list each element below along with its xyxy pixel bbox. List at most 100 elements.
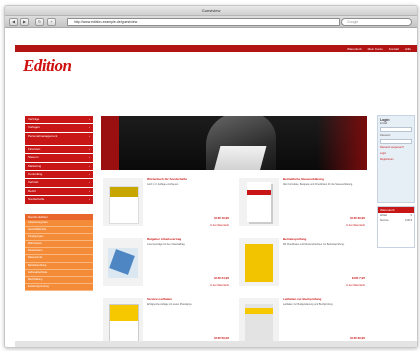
- product-title[interactable]: Leitfaden zur Buchprüfung: [283, 297, 365, 302]
- sidebar-item[interactable]: Finanzen ›: [25, 145, 93, 154]
- top-link[interactable]: Kontakt: [389, 47, 399, 51]
- chevron-right-icon: ›: [89, 117, 90, 121]
- search-input[interactable]: Google: [341, 18, 412, 26]
- top-link[interactable]: Mein Konto: [368, 47, 383, 51]
- sidebar-item-label: Marketing: [28, 163, 42, 168]
- sidebar-item-label: Controlling: [28, 171, 43, 176]
- product-image[interactable]: [239, 298, 279, 346]
- cover-stripe: [247, 190, 271, 195]
- product-content: Wörterbuch für Sonderhefte Jetzt in 3. A…: [147, 177, 229, 185]
- sidebar-item[interactable]: Personalmanagement ›: [25, 132, 93, 145]
- sidebar-item-label: Vertrieb: [28, 180, 39, 185]
- logo-text: Edition: [23, 56, 72, 75]
- browser-window: Guestview ◀ ▶ ↻ + http://www.edition-exa…: [4, 5, 418, 348]
- forgot-password-link[interactable]: Passwort vergessen?: [380, 146, 412, 149]
- product-content: Ratgeber Arbeitsvertrag Lizenzverträge f…: [147, 237, 229, 246]
- book-cover: [245, 244, 273, 282]
- chevron-right-icon: ›: [89, 155, 90, 160]
- product-card[interactable]: Wörterbuch für Sonderhefte Jetzt in 3. A…: [101, 176, 231, 232]
- sidebar-item[interactable]: Vertrieb ›: [25, 179, 93, 187]
- subnav-item[interactable]: Arbeitszeugnisse: [25, 219, 93, 227]
- sidebar-item[interactable]: Vorlagen ›: [25, 124, 93, 132]
- product-description: Leitfaden zur Budgetplanung und Buchprüf…: [283, 302, 334, 306]
- window-title: Guestview: [5, 6, 417, 16]
- sidebar-item[interactable]: Recht ›: [25, 187, 93, 196]
- product-image[interactable]: [103, 178, 143, 226]
- subnav-item[interactable]: Mahnwesen: [25, 241, 93, 249]
- book-cover: [247, 182, 271, 222]
- book-cover: [109, 186, 139, 224]
- product-title[interactable]: Betriebsprüfung: [283, 237, 365, 242]
- product-description: Lizenzverträge für den Arbeitsalltag.: [147, 242, 186, 246]
- browser-toolbar: ◀ ▶ ↻ + http://www.edition-example.de/gu…: [5, 16, 417, 28]
- site-logo[interactable]: Edition: [23, 57, 103, 75]
- product-row: Wörterbuch für Sonderhefte Jetzt in 3. A…: [101, 176, 367, 232]
- product-price: EUR 19,95: [214, 216, 229, 220]
- product-title[interactable]: Betriebliche Steuererklärung: [283, 177, 365, 182]
- subnav-item[interactable]: Geschäftsbriefe: [25, 226, 93, 234]
- product-title[interactable]: Service-Leitfaden: [147, 297, 229, 302]
- product-title[interactable]: Wörterbuch für Sonderhefte: [147, 177, 229, 182]
- email-label: E-Mail: [380, 122, 388, 125]
- subnav-item[interactable]: Kündigungen: [25, 233, 93, 242]
- sidebar-item[interactable]: Controlling ›: [25, 170, 93, 179]
- add-to-cart-link[interactable]: In den Warenkorb: [283, 224, 365, 227]
- product-content: Betriebliche Steuererklärung Alle Formul…: [283, 177, 365, 186]
- product-image[interactable]: [103, 298, 143, 346]
- chevron-right-icon: ›: [89, 188, 90, 193]
- product-card[interactable]: Betriebliche Steuererklärung Alle Formul…: [237, 176, 367, 232]
- url-input[interactable]: http://www.edition-example.de/guestview: [67, 18, 340, 26]
- subnav-item[interactable]: Jahresabschluss: [25, 269, 93, 278]
- cover-stripe: [110, 305, 138, 321]
- right-column: Login E-Mail Passwort Passwort vergessen…: [377, 115, 415, 248]
- reload-button[interactable]: ↻: [35, 18, 44, 26]
- subnav-item[interactable]: Datenschutz: [25, 255, 93, 263]
- sidebar-item[interactable]: Sonderhefte ›: [25, 196, 93, 204]
- product-price: EUR 59,00: [214, 336, 229, 340]
- product-content: Betriebsprüfung Mit Checklisten und Must…: [283, 237, 365, 245]
- add-to-cart-link[interactable]: In den Warenkorb: [147, 284, 229, 287]
- product-title[interactable]: Ratgeber Arbeitsvertrag: [147, 237, 229, 242]
- product-image[interactable]: [239, 238, 279, 286]
- product-row: Ratgeber Arbeitsvertrag Lizenzverträge f…: [101, 236, 367, 292]
- register-link[interactable]: Registrieren: [380, 158, 412, 161]
- top-strip: Warenkorb Mein Konto Kontakt Hilfe: [15, 45, 417, 52]
- back-button[interactable]: ◀: [9, 18, 18, 26]
- product-image[interactable]: [239, 178, 279, 226]
- top-link[interactable]: Warenkorb: [347, 47, 362, 51]
- product-card[interactable]: Betriebsprüfung Mit Checklisten und Must…: [237, 236, 367, 292]
- login-button[interactable]: Login: [380, 152, 412, 155]
- top-link[interactable]: Hilfe: [405, 47, 411, 51]
- cart-row-value: 0: [410, 214, 412, 217]
- sidebar-item-label: Recht: [28, 188, 36, 193]
- sidebar-item-label: Vorlagen: [28, 125, 40, 130]
- product-image[interactable]: [103, 238, 143, 286]
- password-field[interactable]: [380, 139, 412, 144]
- product-price: EUR 39,95: [350, 336, 365, 340]
- add-to-cart-link[interactable]: In den Warenkorb: [283, 284, 365, 287]
- subnav-item[interactable]: Betriebsprüfung: [25, 262, 93, 270]
- sidebar-item-label: Verträge: [28, 117, 40, 121]
- hero-shirt-collar: [213, 146, 267, 170]
- product-card[interactable]: Ratgeber Arbeitsvertrag Lizenzverträge f…: [101, 236, 231, 292]
- add-to-cart-link[interactable]: In den Warenkorb: [147, 224, 229, 227]
- sidebar-item-label: Personalmanagement: [28, 133, 58, 138]
- sidebar-item[interactable]: Marketing ›: [25, 162, 93, 170]
- email-field[interactable]: [380, 127, 412, 132]
- add-bookmark-button[interactable]: +: [47, 18, 56, 26]
- subnav-item[interactable]: Existenzgründung: [25, 284, 93, 292]
- page-viewport: Warenkorb Mein Konto Kontakt Hilfe Editi…: [5, 28, 417, 347]
- chevron-right-icon: ›: [89, 133, 90, 138]
- cart-row-value: 0,00 €: [405, 219, 412, 222]
- product-description: Alle Formulare, Beispiele und Checkliste…: [283, 182, 353, 186]
- subnav-item[interactable]: Reisekosten: [25, 248, 93, 256]
- product-description: Erfolgreiche Auflage mit vielen Praxisti…: [147, 302, 193, 306]
- sidebar-item[interactable]: Verträge ›: [25, 116, 93, 124]
- page-footer: [15, 341, 417, 347]
- subnav-item[interactable]: Buchhaltung: [25, 277, 93, 285]
- forward-button[interactable]: ▶: [20, 18, 29, 26]
- sidebar-item[interactable]: Steuern ›: [25, 154, 93, 162]
- cover-stripe: [245, 308, 273, 314]
- hero-red-accent: [101, 116, 119, 170]
- chevron-right-icon: ›: [89, 125, 90, 130]
